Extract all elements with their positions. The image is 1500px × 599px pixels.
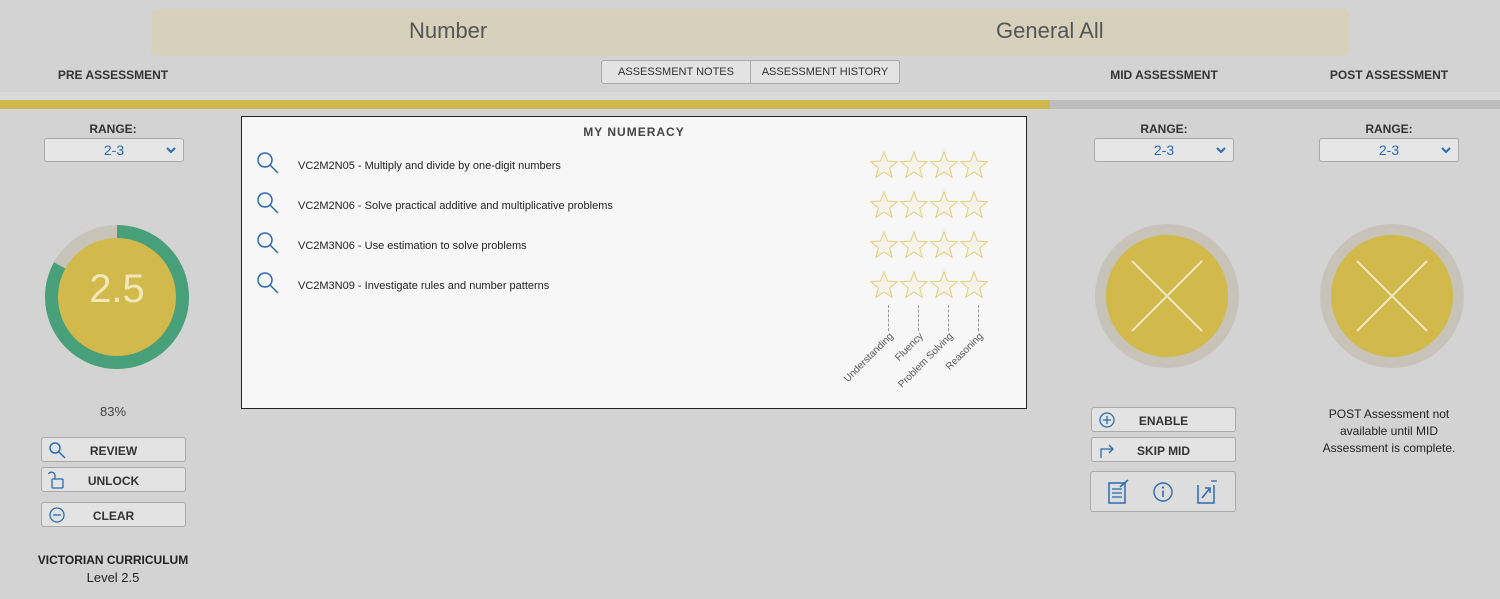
post-range-select[interactable]: 2-3 — [1319, 138, 1459, 162]
star-icon[interactable] — [869, 269, 899, 301]
review-button[interactable]: REVIEW — [41, 437, 186, 462]
numeracy-panel: MY NUMERACY VC2M2N05 - Multiply and divi… — [241, 116, 1027, 409]
search-icon[interactable] — [256, 191, 280, 215]
upload-icon[interactable] — [1195, 479, 1219, 505]
star-icon[interactable] — [899, 229, 929, 261]
search-icon[interactable] — [256, 151, 280, 175]
proficiency-leader-line — [888, 305, 889, 331]
header-band — [0, 92, 1500, 100]
post-unavailable-message: POST Assessment not available until MID … — [1322, 407, 1456, 455]
curriculum-title: VICTORIAN CURRICULUM — [37, 553, 189, 567]
subject-title: Number — [409, 18, 488, 43]
unlock-label: UNLOCK — [87, 474, 140, 488]
post-range-value: 2-3 — [1378, 142, 1400, 158]
enable-button[interactable]: ENABLE — [1091, 407, 1236, 432]
assessment-history-button[interactable]: ASSESSMENT HISTORY — [751, 60, 900, 84]
proficiency-leader-line — [978, 305, 979, 331]
pre-range-label: RANGE: — [89, 122, 137, 136]
star-icon[interactable] — [959, 269, 989, 301]
progress-bar — [0, 100, 1500, 109]
pre-percent: 83% — [99, 404, 127, 419]
assessment-tabs: ASSESSMENT NOTES ASSESSMENT HISTORY — [601, 60, 900, 84]
star-icon[interactable] — [959, 189, 989, 221]
info-icon[interactable] — [1152, 481, 1174, 503]
star-icon[interactable] — [929, 229, 959, 261]
search-icon[interactable] — [256, 271, 280, 295]
numeracy-row-label: VC2M3N06 - Use estimation to solve probl… — [298, 240, 527, 252]
search-icon[interactable] — [256, 231, 280, 255]
rating-stars — [869, 229, 989, 261]
star-icon[interactable] — [929, 189, 959, 221]
unlock-button[interactable]: UNLOCK — [41, 467, 186, 492]
rating-stars — [869, 189, 989, 221]
notes-icon[interactable] — [1106, 479, 1130, 505]
skip-mid-button[interactable]: SKIP MID — [1091, 437, 1236, 462]
enable-label: ENABLE — [1138, 414, 1189, 428]
clear-button[interactable]: CLEAR — [41, 502, 186, 527]
group-title: General All — [996, 18, 1104, 43]
star-icon[interactable] — [959, 229, 989, 261]
mid-status-dial — [1095, 224, 1239, 368]
chevron-down-icon — [1216, 147, 1226, 154]
numeracy-row-label: VC2M2N05 - Multiply and divide by one-di… — [298, 160, 561, 172]
mid-action-group — [1090, 471, 1236, 512]
numeracy-row-label: VC2M2N06 - Solve practical additive and … — [298, 200, 613, 212]
mid-range-label: RANGE: — [1140, 122, 1188, 136]
rating-stars — [869, 269, 989, 301]
star-icon[interactable] — [869, 229, 899, 261]
proficiency-label: Understanding — [842, 331, 896, 385]
star-icon[interactable] — [929, 149, 959, 181]
pre-assessment-heading: PRE ASSESSMENT — [57, 68, 169, 82]
star-icon[interactable] — [869, 149, 899, 181]
curriculum-level: Level 2.5 — [86, 570, 140, 585]
title-bar — [151, 9, 1350, 56]
chevron-down-icon — [1441, 147, 1451, 154]
review-label: REVIEW — [89, 444, 138, 458]
pre-range-select[interactable]: 2-3 — [44, 138, 184, 162]
assessment-notes-button[interactable]: ASSESSMENT NOTES — [601, 60, 751, 84]
post-status-dial — [1320, 224, 1464, 368]
chevron-down-icon — [166, 147, 176, 154]
pre-range-value: 2-3 — [103, 142, 125, 158]
star-icon[interactable] — [899, 149, 929, 181]
star-icon[interactable] — [929, 269, 959, 301]
numeracy-title: MY NUMERACY — [583, 125, 685, 139]
clear-label: CLEAR — [92, 509, 135, 523]
mid-range-value: 2-3 — [1153, 142, 1175, 158]
numeracy-row-label: VC2M3N09 - Investigate rules and number … — [298, 280, 550, 292]
star-icon[interactable] — [869, 189, 899, 221]
rating-stars — [869, 149, 989, 181]
star-icon[interactable] — [899, 189, 929, 221]
mid-assessment-heading: MID ASSESSMENT — [1110, 68, 1218, 82]
pre-score-value: 2.5 — [89, 267, 145, 311]
star-icon[interactable] — [899, 269, 929, 301]
post-assessment-heading: POST ASSESSMENT — [1329, 68, 1449, 82]
mid-range-select[interactable]: 2-3 — [1094, 138, 1234, 162]
skip-mid-label: SKIP MID — [1136, 444, 1191, 458]
post-range-label: RANGE: — [1365, 122, 1413, 136]
star-icon[interactable] — [959, 149, 989, 181]
proficiency-leader-line — [918, 305, 919, 331]
proficiency-leader-line — [948, 305, 949, 331]
progress-bar-fill — [0, 100, 1050, 109]
